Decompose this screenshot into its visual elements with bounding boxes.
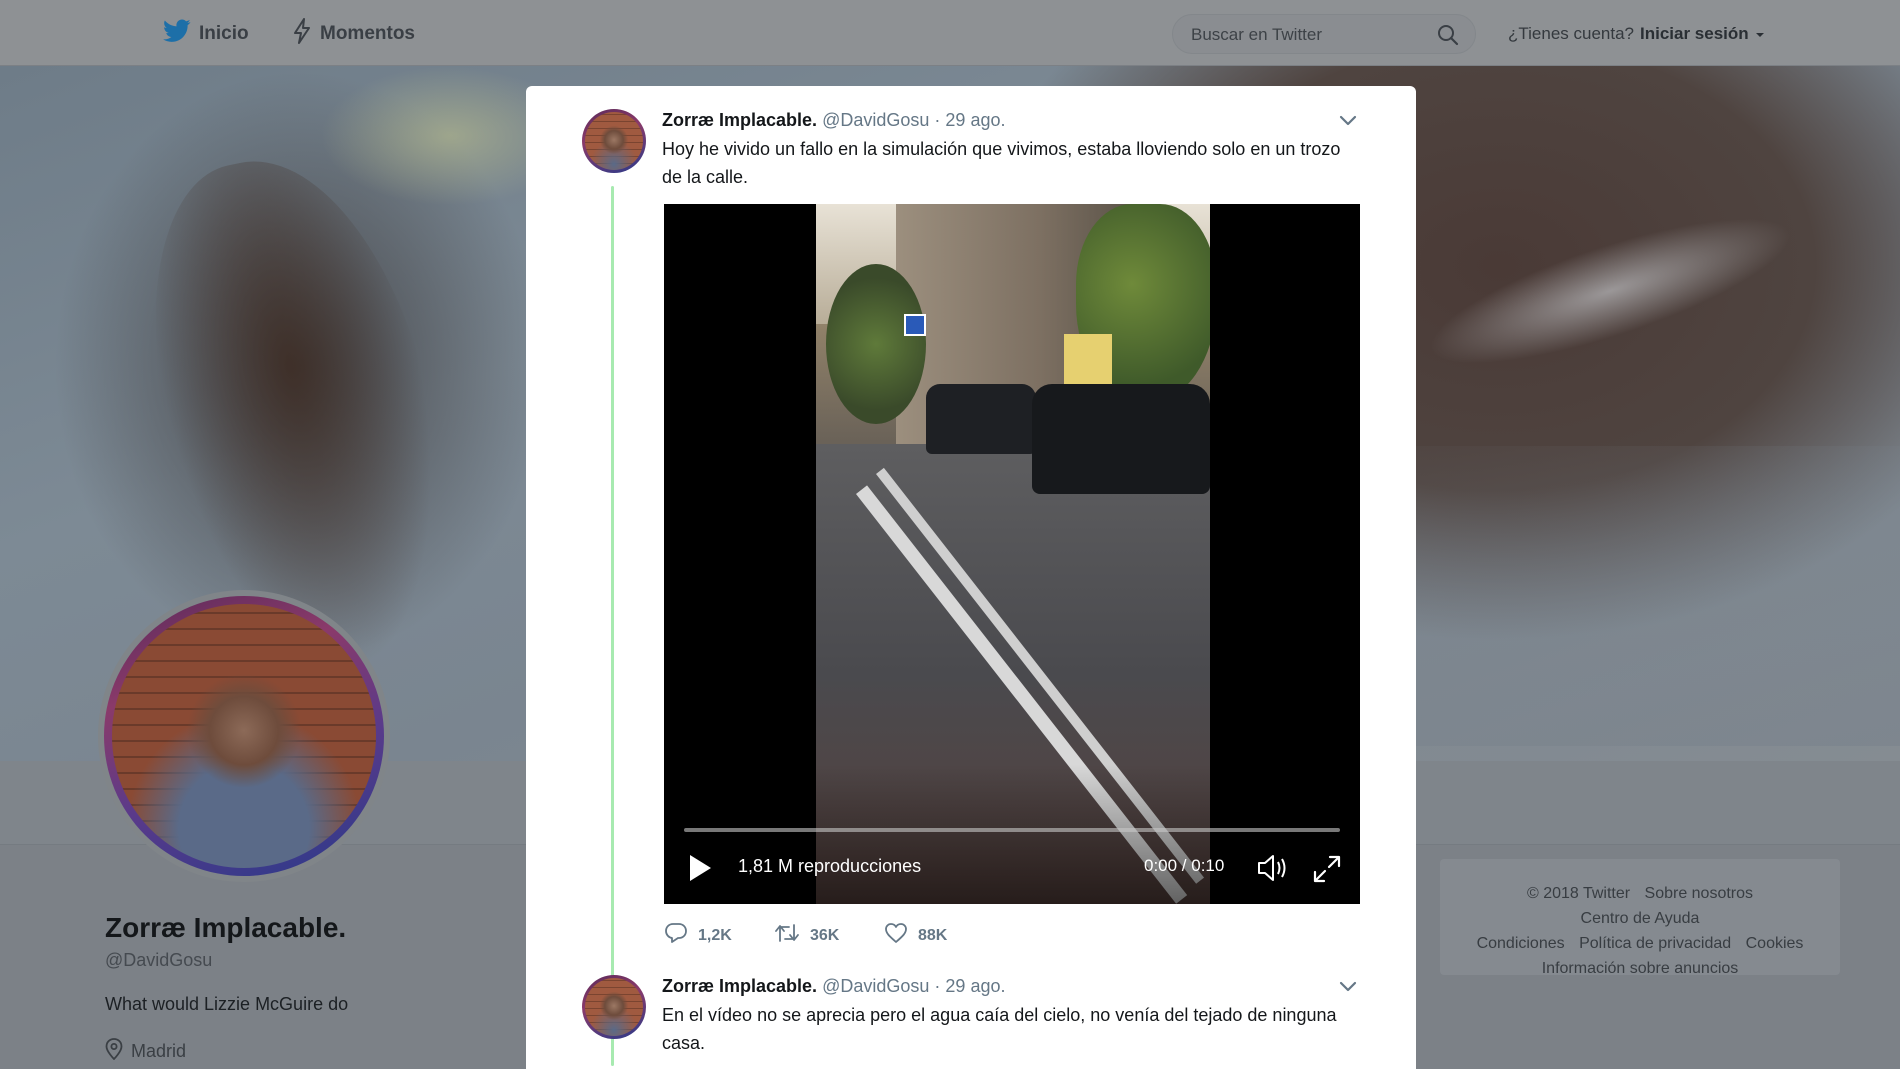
chevron-down-icon[interactable] xyxy=(1338,114,1358,133)
footer-link-privacy[interactable]: Política de privacidad xyxy=(1579,935,1731,952)
search-icon[interactable] xyxy=(1437,24,1459,51)
reply-icon xyxy=(664,922,688,949)
retweet-count: 36K xyxy=(810,926,840,944)
footer-line-1: © 2018 Twitter Sobre nosotros Centro de … xyxy=(1460,881,1820,931)
tweet-author-name[interactable]: Zorræ Implacable. xyxy=(662,110,817,130)
video-scene xyxy=(1032,384,1210,494)
search-input[interactable] xyxy=(1191,25,1431,45)
tweet-avatar-image xyxy=(585,978,643,1036)
tweet-date[interactable]: · 29 ago. xyxy=(934,976,1005,996)
nav-home[interactable]: Inicio xyxy=(163,19,249,49)
profile-name[interactable]: Zorræ Implacable. xyxy=(105,912,346,944)
tweet-text: Hoy he vivido un fallo en la simulación … xyxy=(662,139,1341,187)
location-pin-icon xyxy=(105,1038,123,1065)
avatar-image xyxy=(112,604,376,868)
login-button[interactable]: Iniciar sesión xyxy=(1640,24,1749,44)
nav-moments[interactable]: Momentos xyxy=(292,18,415,50)
profile-location: Madrid xyxy=(105,1038,186,1065)
profile-bio: What would Lizzie McGuire do xyxy=(105,994,349,1014)
login-area: ¿Tienes cuenta? Iniciar sesión xyxy=(1508,24,1765,44)
tweet-header: Zorræ Implacable. @DavidGosu · 29 ago. xyxy=(662,976,1005,997)
fullscreen-icon[interactable] xyxy=(1312,854,1342,889)
play-icon[interactable] xyxy=(686,852,714,889)
tweet-author-name[interactable]: Zorræ Implacable. xyxy=(662,976,817,996)
tweet-header: Zorræ Implacable. @DavidGosu · 29 ago. xyxy=(662,110,1005,131)
footer-links-card: © 2018 Twitter Sobre nosotros Centro de … xyxy=(1440,859,1840,977)
profile-avatar[interactable] xyxy=(98,590,390,882)
retweet-icon xyxy=(774,922,800,949)
tweet-text: En el vídeo no se aprecia pero el agua c… xyxy=(662,1005,1337,1053)
retweet-button[interactable]: 36K xyxy=(774,922,884,949)
profile-handle[interactable]: @DavidGosu xyxy=(105,950,212,971)
video-scene xyxy=(926,384,1036,454)
heart-icon xyxy=(884,922,908,949)
footer-link-cookies[interactable]: Cookies xyxy=(1746,935,1804,952)
footer-line-2: Condiciones Política de privacidad Cooki… xyxy=(1460,931,1820,956)
tweet-permalink-modal: Zorræ Implacable. @DavidGosu · 29 ago. H… xyxy=(526,86,1416,1069)
video-scene xyxy=(826,264,926,424)
avatar-border xyxy=(104,596,384,876)
chevron-down-icon[interactable] xyxy=(1338,980,1358,999)
video-player[interactable]: 1,81 M reproducciones 0:00 / 0:10 xyxy=(664,204,1360,904)
footer-link-ads-info[interactable]: Información sobre anuncios xyxy=(1542,960,1739,977)
footer-link-terms[interactable]: Condiciones xyxy=(1477,935,1565,952)
footer-copyright: © 2018 Twitter xyxy=(1526,885,1631,902)
tweet-avatar-image xyxy=(585,112,643,170)
top-navigation-bar: Inicio Momentos ¿Tienes cuenta? Iniciar … xyxy=(0,0,1900,66)
lightning-icon xyxy=(292,18,312,50)
reply-button[interactable]: 1,2K xyxy=(664,922,774,949)
tweet-avatar[interactable] xyxy=(582,975,646,1039)
tweet-date[interactable]: · 29 ago. xyxy=(934,110,1005,130)
nav-moments-label: Momentos xyxy=(320,23,415,44)
nav-home-label: Inicio xyxy=(199,23,249,44)
footer-link-about[interactable]: Sobre nosotros xyxy=(1645,885,1754,902)
caret-down-icon[interactable] xyxy=(1755,24,1765,44)
twitter-bird-icon xyxy=(163,19,191,49)
like-count: 88K xyxy=(918,926,948,944)
login-prompt: ¿Tienes cuenta? xyxy=(1508,24,1634,43)
tweet-author-handle[interactable]: @DavidGosu xyxy=(822,976,929,996)
footer-link-help[interactable]: Centro de Ayuda xyxy=(1581,910,1700,927)
tweet-author-handle[interactable]: @DavidGosu xyxy=(822,110,929,130)
video-progress-bar[interactable] xyxy=(684,828,1340,832)
volume-muted-icon[interactable] xyxy=(1256,852,1292,889)
footer-line-3: Información sobre anuncios xyxy=(1460,956,1820,981)
tweet-avatar[interactable] xyxy=(582,109,646,173)
search-box xyxy=(1172,14,1476,54)
header-photo-detail xyxy=(1415,189,1805,393)
reply-count: 1,2K xyxy=(698,926,732,944)
thread-connector-line xyxy=(611,186,614,1066)
video-view-count: 1,81 M reproducciones xyxy=(738,856,922,876)
like-button[interactable]: 88K xyxy=(884,922,994,949)
profile-location-label: Madrid xyxy=(131,1041,187,1061)
video-scene xyxy=(904,314,926,336)
tweet-actions: 1,2K 36K 88K xyxy=(664,922,994,949)
video-time: 0:00 / 0:10 xyxy=(1144,856,1225,875)
